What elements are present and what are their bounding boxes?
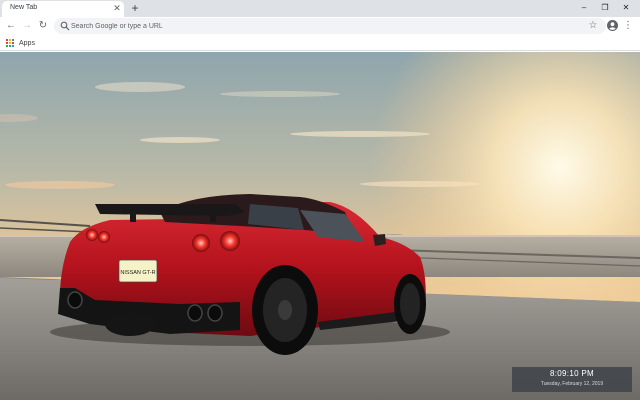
apps-label: Apps bbox=[19, 39, 35, 47]
profile-avatar-icon[interactable] bbox=[607, 20, 618, 31]
reload-icon[interactable]: ↻ bbox=[36, 19, 50, 33]
search-icon bbox=[60, 21, 70, 31]
clock-widget: 8:09:10 PM Tuesday, February 12, 2019 bbox=[512, 367, 632, 392]
apps-grid-icon bbox=[6, 39, 14, 47]
clock-time: 8:09:10 PM bbox=[550, 369, 594, 378]
forward-arrow-icon[interactable]: → bbox=[20, 19, 34, 33]
car-wallpaper: NISSAN GT-R bbox=[0, 52, 640, 400]
star-icon[interactable]: ☆ bbox=[587, 19, 599, 33]
clock-date: Tuesday, February 12, 2019 bbox=[540, 381, 604, 387]
back-arrow-icon[interactable]: ← bbox=[4, 19, 18, 33]
minimize-icon[interactable]: – bbox=[576, 1, 592, 15]
restore-icon[interactable]: ❐ bbox=[597, 1, 613, 15]
wallpaper-image: NISSAN GT-R bbox=[0, 52, 640, 400]
tab-new-tab[interactable]: New Tab ✕ bbox=[2, 1, 124, 17]
apps-shortcut[interactable]: Apps bbox=[6, 37, 35, 49]
menu-kebab-icon[interactable]: ⋮ bbox=[623, 19, 633, 33]
license-plate-text: NISSAN GT-R bbox=[120, 270, 155, 276]
bookmarks-bar: Apps bbox=[0, 35, 640, 51]
window-close-icon[interactable]: ✕ bbox=[618, 1, 634, 15]
plus-icon[interactable]: + bbox=[129, 1, 141, 15]
search-input[interactable] bbox=[71, 18, 571, 34]
close-icon[interactable]: ✕ bbox=[112, 3, 122, 13]
tab-strip: New Tab ✕ + – ❐ ✕ bbox=[0, 0, 640, 17]
omnibox[interactable] bbox=[54, 18, 606, 34]
tab-title: New Tab bbox=[10, 4, 38, 11]
toolbar: ← → ↻ ☆ ⋮ bbox=[0, 17, 640, 35]
